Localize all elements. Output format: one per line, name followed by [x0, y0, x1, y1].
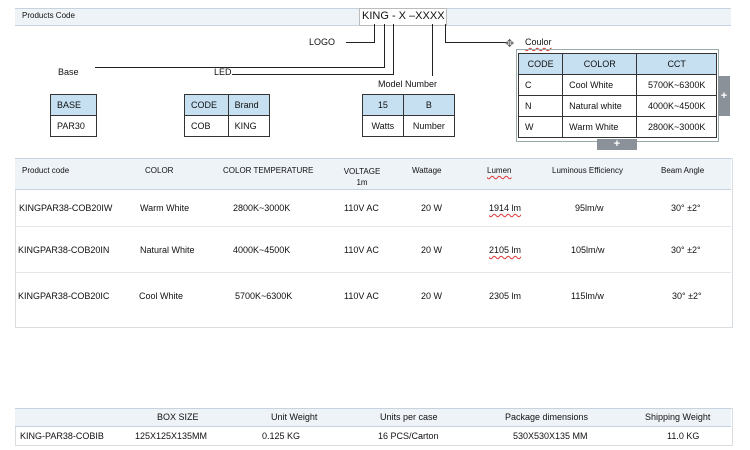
connector-color-h [445, 42, 507, 43]
spec-header-product-code: Product code [22, 166, 70, 175]
connector-logo-v [374, 24, 375, 43]
color-row-code: W [517, 116, 564, 138]
luminous-efficiency-cell: 95lm/w [575, 203, 604, 213]
luminous-efficiency-cell: 115lm/w [571, 291, 604, 301]
color-cell: Natural White [140, 245, 195, 255]
connector-logo-h [346, 42, 374, 43]
add-row-button[interactable]: + [597, 139, 637, 150]
package-header-units-per-case: Units per case [380, 412, 438, 422]
products-code-label: Products Code [22, 11, 75, 20]
led-table: CODE Brand COB KING [184, 94, 271, 137]
color-table: CODE COLOR CCT C Cool White 5700K~6300K … [517, 53, 717, 138]
package-header-package-dimensions: Package dimensions [505, 412, 589, 422]
add-column-button[interactable]: + [718, 76, 730, 116]
led-code-value: COB [184, 115, 229, 137]
table-row: KINGPAR38-COB20IW Warm White 2800K~3000K… [15, 188, 731, 226]
color-row-cct: 2800K~3000K [636, 116, 717, 138]
connector-led-v [393, 24, 394, 75]
package-header-box-size: BOX SIZE [157, 412, 199, 422]
voltage-cell: 110V AC [344, 291, 379, 301]
model-number-caption: Number [402, 115, 456, 137]
wattage-cell: 20 W [421, 291, 443, 301]
product-code-cell: KINGPAR38-COB20IC [18, 291, 110, 301]
table-row: KINGPAR38-COB20IC Cool White 5700K~6300K… [15, 273, 731, 318]
box-size-cell: 125X125X135MM [135, 431, 208, 441]
luminous-efficiency-cell: 105lm/w [571, 245, 605, 255]
led-brand-value: KING [227, 115, 271, 137]
wattage-cell: 20 W [421, 245, 443, 255]
move-handle-icon[interactable]: ✥ [505, 37, 514, 50]
color-row-color: Warm White [562, 116, 638, 138]
wattage-cell: 20 W [421, 203, 443, 213]
package-header-shipping-weight: Shipping Weight [645, 412, 711, 422]
voltage-cell: 110V AC [344, 245, 379, 255]
connector-base-v [384, 24, 385, 68]
spec-header-wattage: Wattage [412, 166, 442, 175]
lumen-cell: 2105 lm [489, 245, 522, 255]
units-per-case-cell: 16 PCS/Carton [378, 431, 439, 441]
package-product-code-cell: KING-PAR38-COBIB [20, 431, 104, 441]
lumen-cell: 2305 lm [489, 291, 522, 301]
spec-header-color-temperature: COLOR TEMPERATURE [223, 166, 314, 175]
color-cell: Warm White [140, 203, 190, 213]
color-row-color: Natural white [562, 95, 638, 117]
voltage-cell: 110V AC [344, 203, 379, 213]
model-number-label: Model Number [378, 79, 438, 89]
product-code-cell: KINGPAR38-COB20IN [18, 245, 110, 255]
color-row-code: C [517, 74, 564, 96]
model-table: 15 B Watts Number [362, 94, 456, 137]
table-row: KING-PAR38-COBIB 125X125X135MM 0.125 KG … [15, 426, 731, 443]
spec-header-beam-angle: Beam Angle [661, 166, 705, 175]
spec-header-voltage: VOLTAGE 1m [339, 166, 385, 188]
spec-header-voltage-line2: 1m [356, 178, 368, 187]
base-value: PAR30 [50, 115, 97, 137]
package-header-unit-weight: Unit Weight [271, 412, 318, 422]
color-code-header: CODE [517, 53, 564, 75]
base-label: Base [58, 67, 79, 77]
color-row-cct: 5700K~6300K [636, 74, 717, 96]
color-cell: Cool White [139, 291, 184, 301]
color-cct-header: CCT [636, 53, 717, 75]
connector-led-h [232, 74, 393, 75]
led-code-header: CODE [184, 94, 229, 116]
spec-header-color: COLOR [145, 166, 174, 175]
model-number-value: B [402, 94, 456, 116]
color-temperature-cell: 4000K~4500K [233, 245, 291, 255]
color-row-cct: 4000K~4500K [636, 95, 717, 117]
base-header: BASE [50, 94, 97, 116]
led-brand-header: Brand [227, 94, 271, 116]
color-temperature-cell: 5700K~6300K [235, 291, 293, 301]
product-code-cell: KINGPAR38-COB20IW [19, 203, 113, 213]
spec-header-voltage-line1: VOLTAGE [343, 167, 381, 176]
shipping-weight-cell: 11.0 KG [667, 431, 700, 441]
coulor-label: Coulor [525, 37, 552, 47]
color-temperature-cell: 2800K~3000K [233, 203, 291, 213]
code-pattern: KING - X –XXXX [362, 10, 445, 22]
model-watts-value: 15 [362, 94, 404, 116]
package-table-header-bar [15, 408, 731, 427]
spec-header-luminous-efficiency: Luminous Efficiency [552, 166, 623, 175]
unit-weight-cell: 0.125 KG [262, 431, 301, 441]
connector-color-v [445, 24, 446, 42]
connector-model-v [432, 24, 433, 76]
base-table: BASE PAR30 [50, 94, 97, 137]
logo-label: LOGO [309, 37, 336, 47]
color-row-code: N [517, 95, 564, 117]
beam-angle-cell: 30° ±2° [671, 245, 701, 255]
beam-angle-cell: 30° ±2° [671, 203, 701, 213]
lumen-cell: 1914 lm [489, 203, 522, 213]
table-row: KINGPAR38-COB20IN Natural White 4000K~45… [15, 227, 731, 272]
spec-header-lumen: Lumen [487, 166, 512, 175]
led-label: LED [214, 67, 232, 77]
color-color-header: COLOR [562, 53, 638, 75]
package-dimensions-cell: 530X530X135 MM [513, 431, 588, 441]
model-watts-label: Watts [362, 115, 404, 137]
connector-base-h [95, 67, 384, 68]
beam-angle-cell: 30° ±2° [672, 291, 702, 301]
color-row-color: Cool White [562, 74, 638, 96]
